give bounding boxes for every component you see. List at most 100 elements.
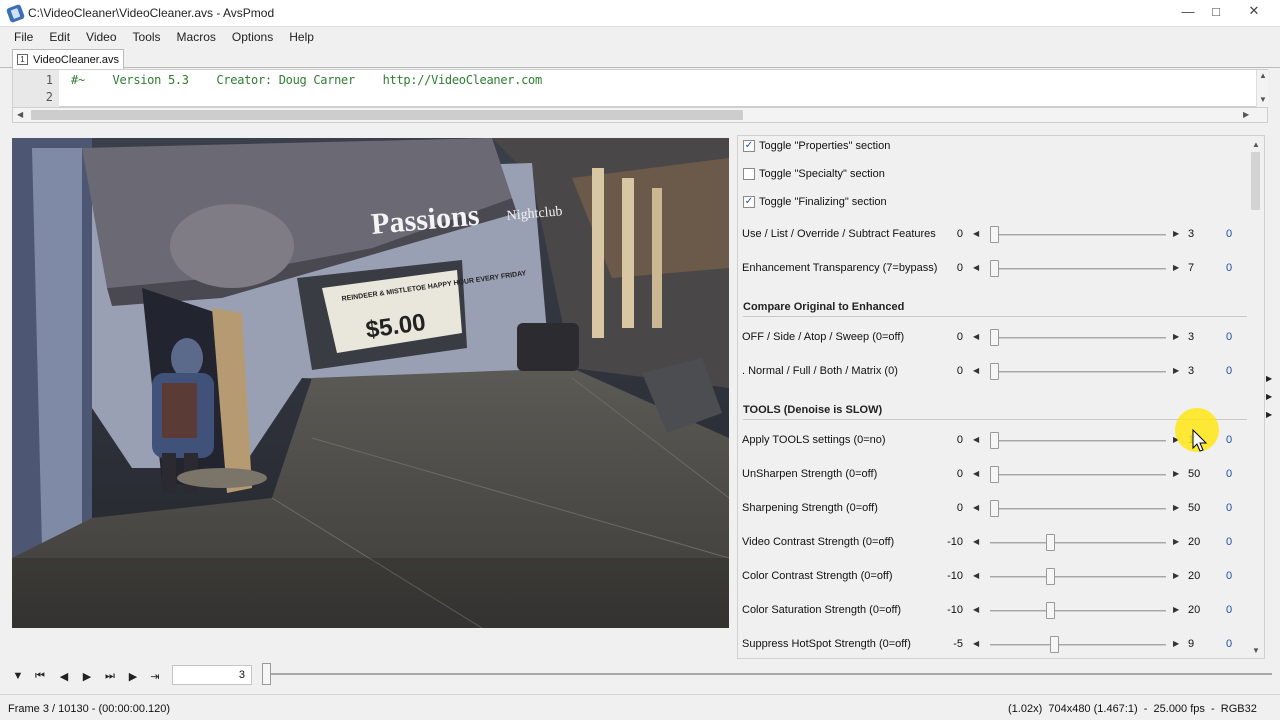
- decrement-arrow-icon[interactable]: ◀: [973, 537, 979, 546]
- slider-value[interactable]: 0: [1226, 365, 1232, 377]
- panel-vertical-scrollbar[interactable]: ▲ ▼: [1249, 138, 1263, 658]
- slider-thumb[interactable]: [1046, 568, 1055, 585]
- last-frame-icon[interactable]: ⏭: [101, 668, 119, 684]
- decrement-arrow-icon[interactable]: ◀: [973, 469, 979, 478]
- slider-value[interactable]: 0: [1226, 536, 1232, 548]
- editor-horizontal-scrollbar[interactable]: ◀ ▶: [12, 107, 1268, 123]
- scroll-right-icon[interactable]: ▶: [1243, 110, 1249, 119]
- slider-value[interactable]: 0: [1226, 570, 1232, 582]
- scroll-down-icon[interactable]: ▼: [1252, 646, 1260, 655]
- menu-options[interactable]: Options: [224, 27, 281, 48]
- slider-track[interactable]: [990, 234, 1166, 236]
- editor-vertical-scrollbar[interactable]: ▲ ▼: [1256, 70, 1268, 107]
- script-editor[interactable]: 1 2 #~ Version 5.3 Creator: Doug Carner …: [12, 69, 1268, 107]
- step-forward-icon[interactable]: ▶: [78, 668, 96, 684]
- step-back-icon[interactable]: ◀: [55, 668, 73, 684]
- toggle-preview-icon[interactable]: ▼: [9, 668, 27, 684]
- slider-track[interactable]: [990, 508, 1166, 510]
- slider-value[interactable]: 0: [1226, 434, 1232, 446]
- scroll-up-icon[interactable]: ▲: [1259, 71, 1267, 80]
- decrement-arrow-icon[interactable]: ◀: [973, 571, 979, 580]
- increment-arrow-icon[interactable]: ▶: [1173, 229, 1179, 238]
- slider-track[interactable]: [990, 337, 1166, 339]
- slider-thumb[interactable]: [990, 329, 999, 346]
- menu-macros[interactable]: Macros: [169, 27, 224, 48]
- checkbox[interactable]: ✓: [743, 196, 755, 208]
- increment-arrow-icon[interactable]: ▶: [1173, 605, 1179, 614]
- decrement-arrow-icon[interactable]: ◀: [973, 639, 979, 648]
- slider-thumb[interactable]: [990, 260, 999, 277]
- toggle-specialty-section[interactable]: Toggle "Specialty" section: [743, 166, 885, 182]
- code-line-1[interactable]: #~ Version 5.3 Creator: Doug Carner http…: [71, 73, 542, 87]
- decrement-arrow-icon[interactable]: ◀: [973, 263, 979, 272]
- menu-help[interactable]: Help: [281, 27, 322, 48]
- increment-arrow-icon[interactable]: ▶: [1173, 469, 1179, 478]
- expand-arrow-icon[interactable]: ▶: [1266, 410, 1272, 419]
- slider-thumb[interactable]: [990, 466, 999, 483]
- video-preview[interactable]: Passions Nightclub REINDEER & MISTLETOE …: [12, 138, 729, 628]
- maximize-button[interactable]: □: [1198, 0, 1234, 22]
- slider-value[interactable]: 0: [1226, 468, 1232, 480]
- menu-edit[interactable]: Edit: [41, 27, 78, 48]
- seek-track[interactable]: [264, 673, 1272, 675]
- decrement-arrow-icon[interactable]: ◀: [973, 435, 979, 444]
- decrement-arrow-icon[interactable]: ◀: [973, 503, 979, 512]
- slider-track[interactable]: [990, 268, 1166, 270]
- slider-row: Enhancement Transparency (7=bypass) 0 ◀ ▶ 7 0: [742, 259, 1247, 279]
- menu-tools[interactable]: Tools: [125, 27, 169, 48]
- slider-track[interactable]: [990, 610, 1166, 612]
- slider-thumb[interactable]: [990, 432, 999, 449]
- increment-arrow-icon[interactable]: ▶: [1173, 503, 1179, 512]
- toggle-properties-section[interactable]: ✓ Toggle "Properties" section: [743, 138, 890, 154]
- tab-videocleaner-avs[interactable]: 1 VideoCleaner.avs: [12, 49, 124, 69]
- play-icon[interactable]: ▶: [124, 668, 142, 684]
- close-button[interactable]: ✕: [1234, 0, 1274, 22]
- increment-arrow-icon[interactable]: ▶: [1173, 366, 1179, 375]
- scroll-up-icon[interactable]: ▲: [1252, 140, 1260, 149]
- decrement-arrow-icon[interactable]: ◀: [973, 366, 979, 375]
- slider-track[interactable]: [990, 474, 1166, 476]
- slider-thumb[interactable]: [990, 363, 999, 380]
- slider-value[interactable]: 0: [1226, 262, 1232, 274]
- slider-track[interactable]: [990, 371, 1166, 373]
- slider-track[interactable]: [990, 440, 1166, 442]
- decrement-arrow-icon[interactable]: ◀: [973, 332, 979, 341]
- slider-value[interactable]: 0: [1226, 638, 1232, 650]
- scroll-thumb[interactable]: [1251, 152, 1260, 210]
- slider-label: OFF / Side / Atop / Sweep (0=off): [742, 331, 905, 343]
- slider-value[interactable]: 0: [1226, 502, 1232, 514]
- slider-track[interactable]: [990, 576, 1166, 578]
- expand-arrow-icon[interactable]: ▶: [1266, 374, 1272, 383]
- checkbox[interactable]: [743, 168, 755, 180]
- slider-value[interactable]: 0: [1226, 331, 1232, 343]
- decrement-arrow-icon[interactable]: ◀: [973, 229, 979, 238]
- scroll-down-icon[interactable]: ▼: [1259, 95, 1267, 104]
- slider-thumb[interactable]: [990, 226, 999, 243]
- increment-arrow-icon[interactable]: ▶: [1173, 263, 1179, 272]
- decrement-arrow-icon[interactable]: ◀: [973, 605, 979, 614]
- first-frame-icon[interactable]: ⏮: [31, 668, 49, 684]
- increment-arrow-icon[interactable]: ▶: [1173, 571, 1179, 580]
- slider-value[interactable]: 0: [1226, 228, 1232, 240]
- increment-arrow-icon[interactable]: ▶: [1173, 332, 1179, 341]
- toggle-finalizing-section[interactable]: ✓ Toggle "Finalizing" section: [743, 194, 887, 210]
- checkbox[interactable]: ✓: [743, 140, 755, 152]
- menu-file[interactable]: File: [6, 27, 41, 48]
- expand-arrow-icon[interactable]: ▶: [1266, 392, 1272, 401]
- slider-thumb[interactable]: [1046, 602, 1055, 619]
- slider-value[interactable]: 0: [1226, 604, 1232, 616]
- increment-arrow-icon[interactable]: ▶: [1173, 537, 1179, 546]
- seek-thumb[interactable]: [262, 663, 271, 685]
- slider-thumb[interactable]: [1046, 534, 1055, 551]
- menu-video[interactable]: Video: [78, 27, 124, 48]
- go-to-frame-icon[interactable]: ⇥: [146, 668, 164, 684]
- scroll-thumb[interactable]: [31, 110, 743, 120]
- slider-thumb[interactable]: [1050, 636, 1059, 653]
- increment-arrow-icon[interactable]: ▶: [1173, 639, 1179, 648]
- slider-track[interactable]: [990, 644, 1166, 646]
- frame-number-input[interactable]: 3: [172, 665, 252, 685]
- slider-label: Use / List / Override / Subtract Feature…: [742, 228, 936, 240]
- slider-track[interactable]: [990, 542, 1166, 544]
- scroll-left-icon[interactable]: ◀: [17, 110, 23, 119]
- slider-thumb[interactable]: [990, 500, 999, 517]
